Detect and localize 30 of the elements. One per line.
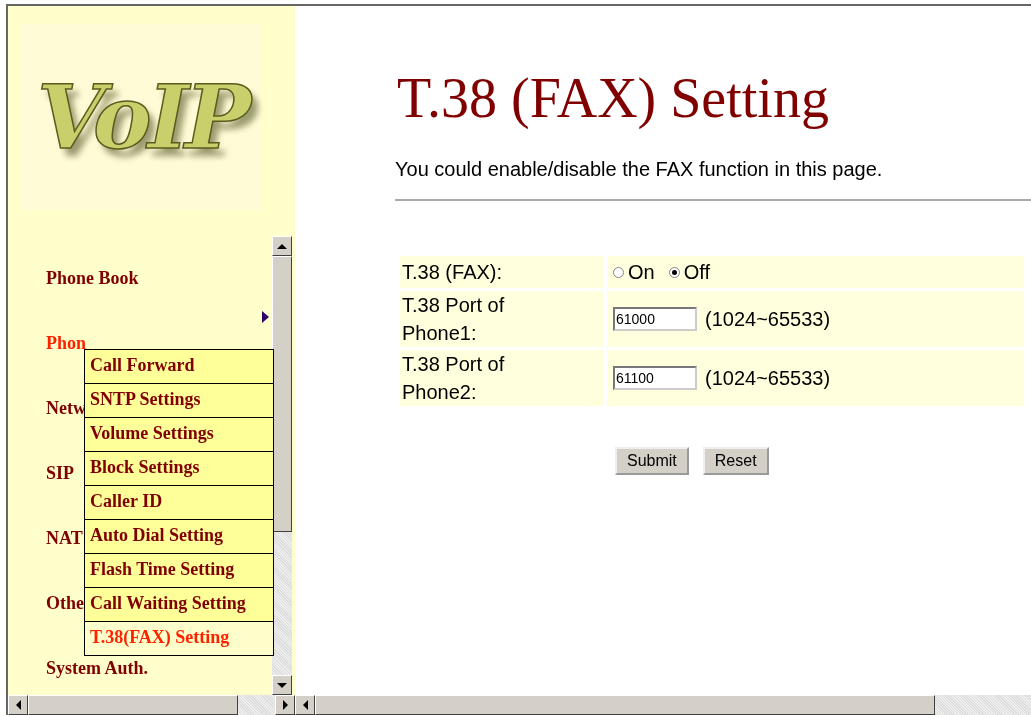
submenu-item[interactable]: Flash Time Setting	[85, 554, 273, 587]
sidebar-item[interactable]: System Auth.	[46, 658, 148, 678]
page-title: T.38 (FAX) Setting	[397, 66, 830, 130]
submenu-item[interactable]: Block Settings	[85, 452, 273, 485]
sidebar-item[interactable]: Netw	[46, 398, 86, 418]
sidebar-item[interactable]: Phon	[46, 333, 87, 353]
sidebar-item[interactable]: Othe	[46, 593, 84, 613]
reset-button[interactable]: Reset	[702, 447, 769, 475]
field-label: T.38 Port of Phone2:	[402, 352, 506, 405]
port-input-field[interactable]: 61000	[613, 307, 697, 332]
radio-label: Off	[683, 261, 710, 284]
radio-label: On	[628, 261, 655, 284]
submenu-item[interactable]: T.38(FAX) Setting	[85, 622, 273, 655]
port-input-field[interactable]: 61100	[613, 366, 697, 391]
submenu-item[interactable]: Caller ID	[85, 486, 273, 519]
sidebar-item[interactable]: NAT	[46, 528, 83, 548]
sidebar-item[interactable]: SIP	[46, 463, 74, 483]
submenu-item[interactable]: Auto Dial Setting	[85, 520, 273, 553]
submit-button[interactable]: Submit	[615, 447, 689, 475]
range-hint: (1024~65533)	[705, 366, 831, 389]
range-hint: (1024~65533)	[705, 307, 831, 330]
submenu-item[interactable]: Call Waiting Setting	[85, 588, 273, 621]
field-label: T.38 Port of Phone1:	[402, 293, 506, 346]
submenu-item[interactable]: Call Forward	[85, 350, 273, 383]
submenu-item[interactable]: SNTP Settings	[85, 384, 273, 417]
submenu-item[interactable]: Volume Settings	[85, 418, 273, 451]
sidebar-item[interactable]: Phone Book	[46, 268, 139, 288]
page-description: You could enable/disable the FAX function in this page.	[395, 158, 884, 181]
voip-logo: VoIP	[22, 24, 262, 210]
field-label: T.38 (FAX):	[402, 260, 503, 285]
